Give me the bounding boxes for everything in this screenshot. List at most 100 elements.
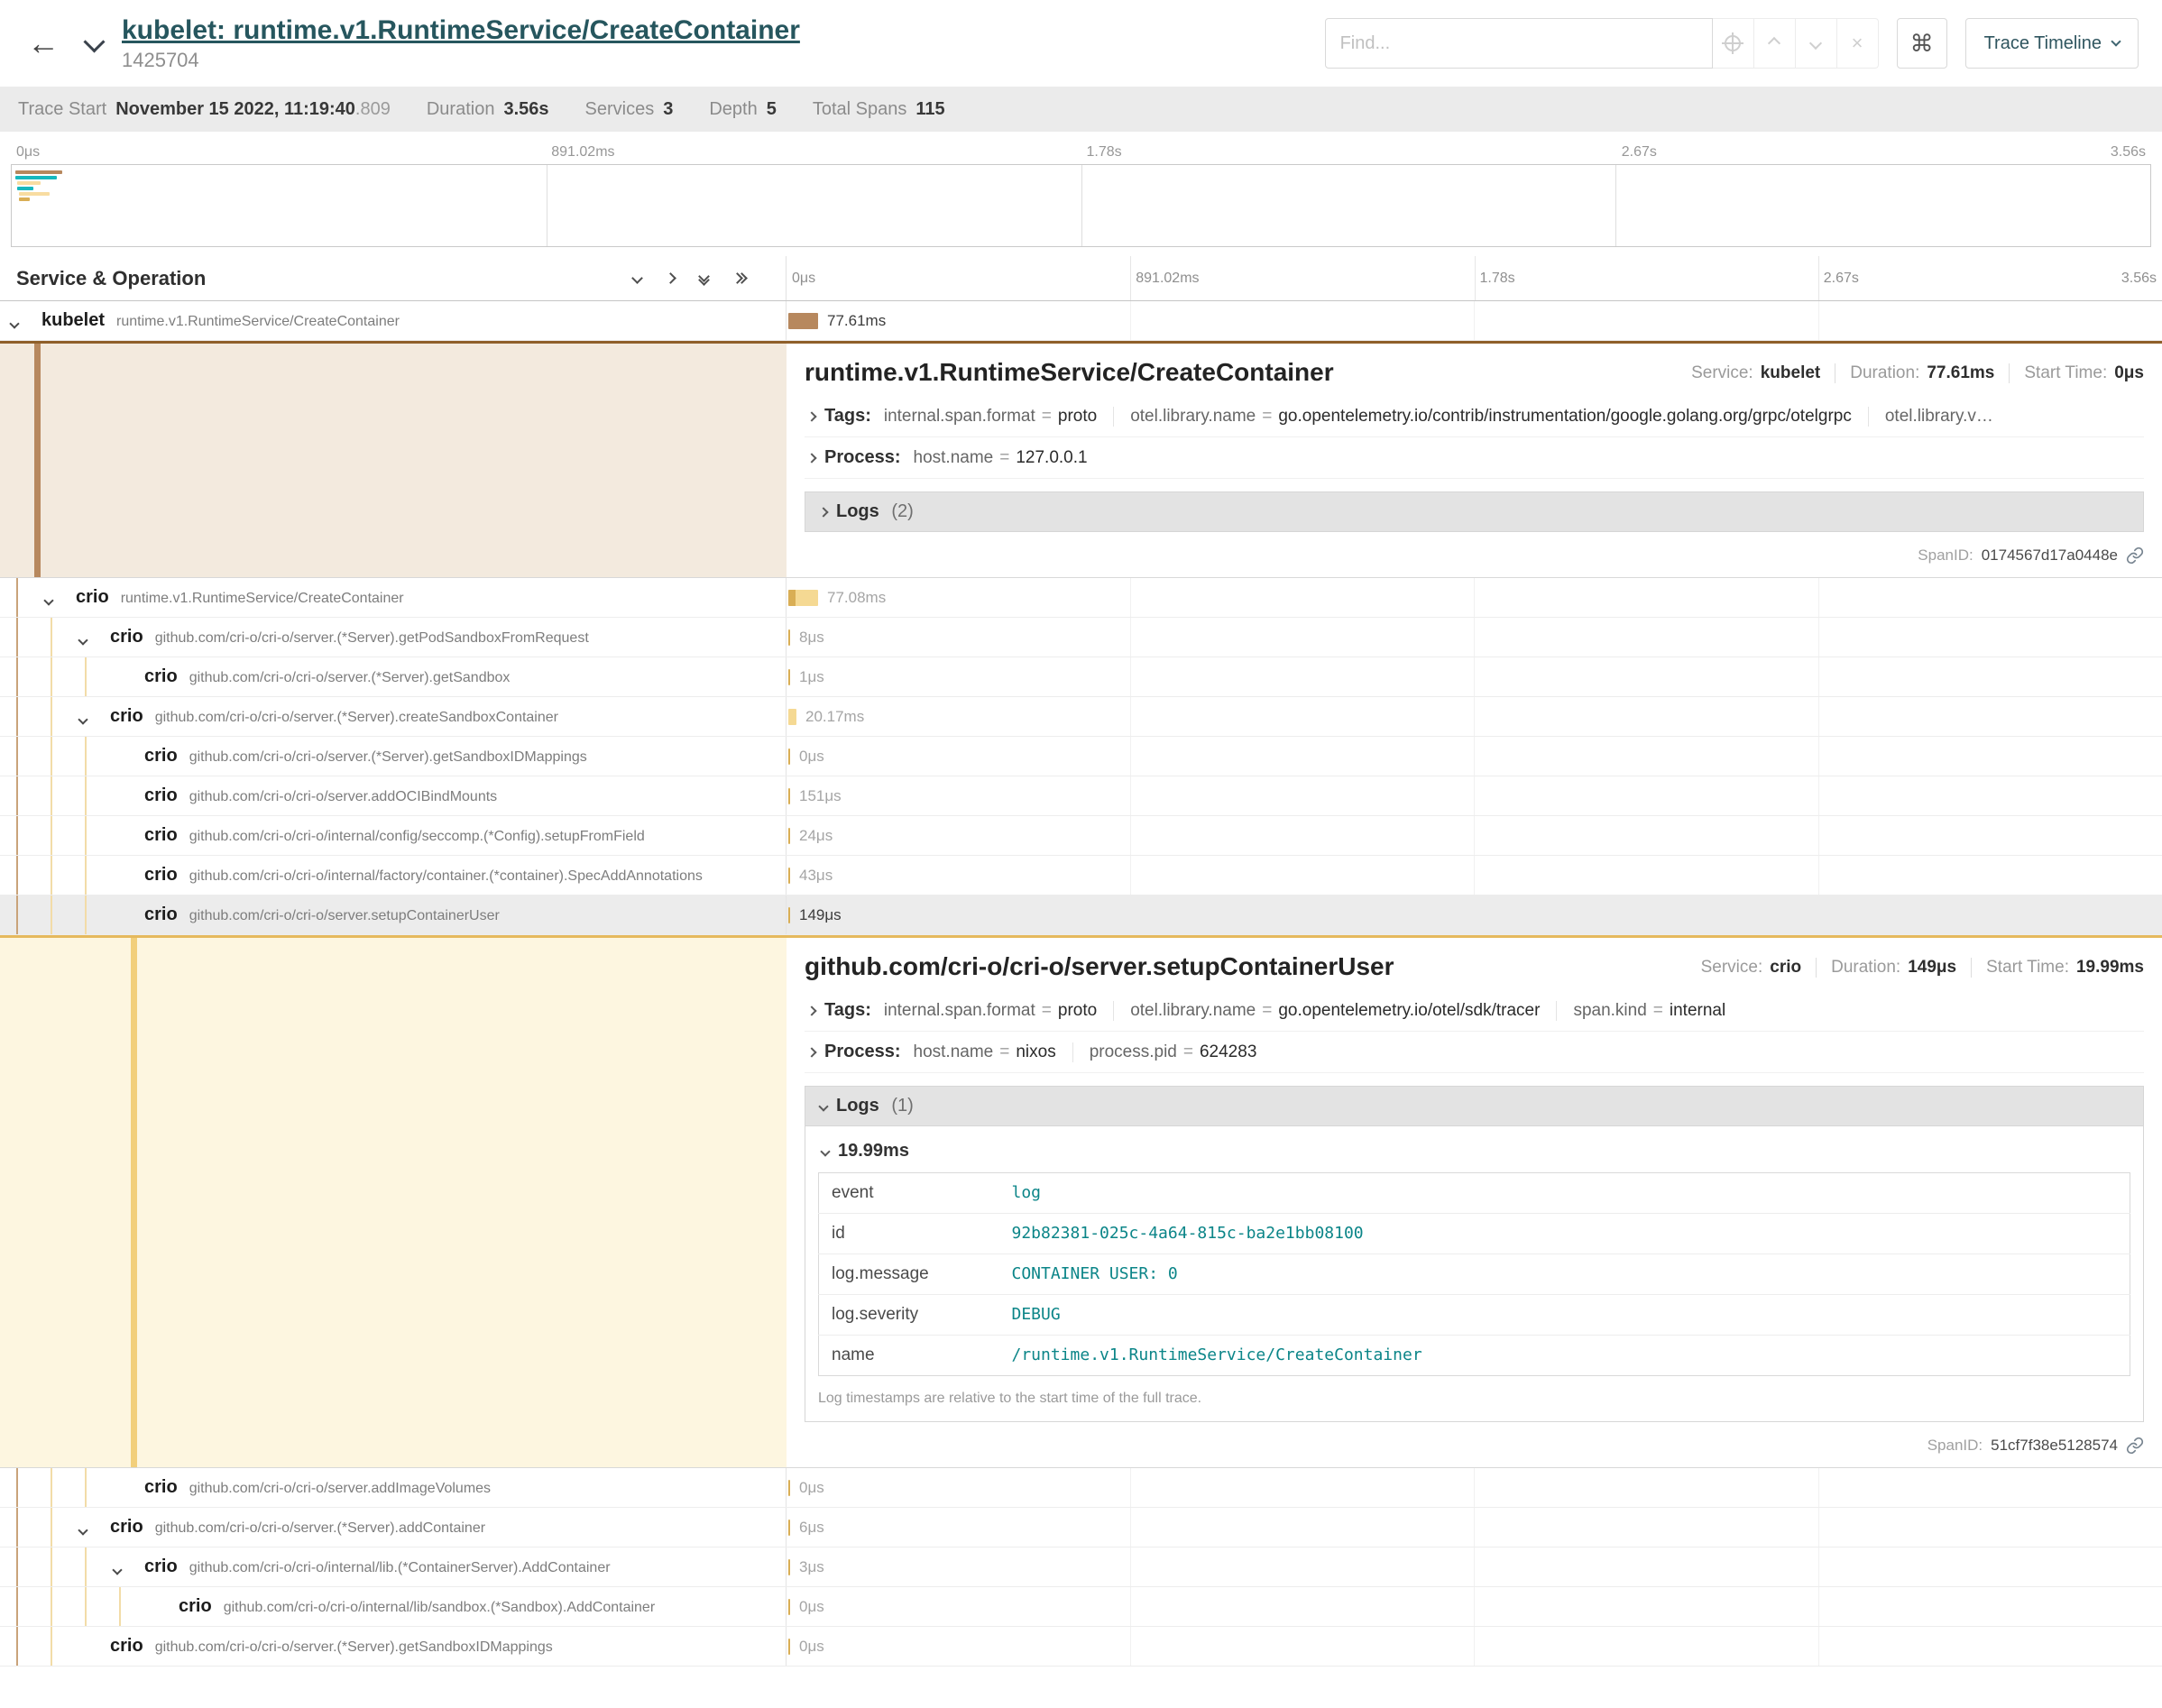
span-row[interactable]: criogithub.com/cri-o/cri-o/server.addIma… — [0, 1468, 2162, 1508]
span-row[interactable]: criogithub.com/cri-o/cri-o/internal/lib/… — [0, 1587, 2162, 1627]
span-row[interactable]: criogithub.com/cri-o/cri-o/server.(*Serv… — [0, 618, 2162, 657]
expand-one-icon[interactable] — [667, 274, 675, 282]
span-name-cell[interactable]: criogithub.com/cri-o/cri-o/server.(*Serv… — [0, 697, 787, 736]
span-timeline-cell[interactable]: 1μs — [787, 657, 2162, 696]
service-name: kubelet — [41, 310, 105, 330]
span-bar[interactable] — [788, 629, 790, 646]
span-timeline-cell[interactable]: 43μs — [787, 856, 2162, 895]
span-name-cell[interactable]: criogithub.com/cri-o/cri-o/server.addIma… — [0, 1468, 787, 1507]
span-bar[interactable] — [788, 590, 818, 606]
trace-title[interactable]: kubelet: runtime.v1.RuntimeService/Creat… — [122, 15, 1307, 46]
span-bar[interactable] — [788, 907, 790, 923]
detail-tags-row[interactable]: Tags:internal.span.format=protootel.libr… — [805, 990, 2144, 1032]
focus-result-button[interactable] — [1713, 18, 1754, 69]
chevron-down-icon — [78, 714, 87, 724]
next-result-button[interactable] — [1796, 18, 1837, 69]
link-icon[interactable] — [2126, 546, 2144, 565]
span-timeline-cell[interactable]: 151μs — [787, 776, 2162, 815]
span-row[interactable]: criogithub.com/cri-o/cri-o/server.addOCI… — [0, 776, 2162, 816]
span-name-cell[interactable]: criogithub.com/cri-o/cri-o/server.(*Serv… — [0, 657, 787, 696]
trace-view-selector[interactable]: Trace Timeline — [1965, 18, 2139, 69]
close-icon: × — [1852, 32, 1863, 55]
span-bar[interactable] — [788, 788, 790, 804]
span-timeline-cell[interactable]: 0μs — [787, 1468, 2162, 1507]
span-bar[interactable] — [788, 868, 790, 884]
span-name-cell[interactable]: criogithub.com/cri-o/cri-o/internal/lib/… — [0, 1587, 787, 1626]
span-timeline-cell[interactable]: 0μs — [787, 1587, 2162, 1626]
span-name-cell[interactable]: criogithub.com/cri-o/cri-o/internal/lib.… — [0, 1547, 787, 1586]
span-row[interactable]: criogithub.com/cri-o/cri-o/internal/lib.… — [0, 1547, 2162, 1587]
indent-guide — [51, 816, 52, 855]
span-name-cell[interactable]: criogithub.com/cri-o/cri-o/server.(*Serv… — [0, 1627, 787, 1666]
span-timeline-cell[interactable]: 3μs — [787, 1547, 2162, 1586]
collapse-all-icon[interactable] — [700, 272, 708, 284]
span-bar[interactable] — [788, 1599, 790, 1615]
trace-minimap[interactable]: 0μs891.02ms1.78s2.67s3.56s — [0, 132, 2162, 247]
span-name-cell[interactable]: criogithub.com/cri-o/cri-o/server.(*Serv… — [0, 1508, 787, 1547]
span-bar[interactable] — [788, 1520, 790, 1536]
chevron-down-icon[interactable] — [79, 712, 87, 728]
span-row[interactable]: criogithub.com/cri-o/cri-o/internal/fact… — [0, 856, 2162, 895]
detail-process-row[interactable]: Process:host.name=127.0.0.1 — [805, 437, 2144, 479]
find-group: × — [1325, 18, 1879, 69]
span-name-cell[interactable]: criogithub.com/cri-o/cri-o/server.addOCI… — [0, 776, 787, 815]
span-row[interactable]: criogithub.com/cri-o/cri-o/internal/conf… — [0, 816, 2162, 856]
prev-result-button[interactable] — [1754, 18, 1796, 69]
clear-search-button[interactable]: × — [1837, 18, 1879, 69]
detail-meta-label: Start Time: — [1986, 958, 2069, 978]
span-name-cell[interactable]: criogithub.com/cri-o/cri-o/server.setupC… — [0, 895, 787, 934]
span-bar[interactable] — [788, 1559, 790, 1575]
span-row[interactable]: criogithub.com/cri-o/cri-o/server.(*Serv… — [0, 1627, 2162, 1667]
span-name-cell[interactable]: criogithub.com/cri-o/cri-o/server.(*Serv… — [0, 737, 787, 776]
span-row[interactable]: criogithub.com/cri-o/cri-o/server.(*Serv… — [0, 1508, 2162, 1547]
log-entry-header[interactable]: 19.99ms — [818, 1141, 2130, 1162]
expand-all-icon[interactable] — [733, 274, 746, 282]
collapse-header-button[interactable] — [87, 38, 102, 54]
span-timeline-cell[interactable]: 8μs — [787, 618, 2162, 657]
link-icon[interactable] — [2126, 1437, 2144, 1455]
logs-accordion-header[interactable]: Logs (1) — [805, 1087, 2143, 1126]
detail-tags-row[interactable]: Tags:internal.span.format=protootel.libr… — [805, 396, 2144, 437]
span-duration-label: 3μs — [799, 1558, 824, 1576]
span-timeline-cell[interactable]: 77.08ms — [787, 578, 2162, 617]
span-row[interactable]: criogithub.com/cri-o/cri-o/server.setupC… — [0, 895, 2162, 935]
span-timeline-cell[interactable]: 0μs — [787, 1627, 2162, 1666]
span-bar[interactable] — [788, 748, 790, 765]
keyboard-shortcuts-button[interactable]: ⌘ — [1897, 18, 1947, 69]
span-timeline-cell[interactable]: 20.17ms — [787, 697, 2162, 736]
collapse-one-icon[interactable] — [633, 274, 641, 282]
find-input[interactable] — [1325, 18, 1713, 69]
span-bar[interactable] — [788, 313, 818, 329]
span-bar[interactable] — [788, 1639, 790, 1655]
indent-guide — [51, 737, 52, 776]
span-bar[interactable] — [788, 709, 796, 725]
minimap-canvas[interactable] — [11, 164, 2151, 247]
span-name-cell[interactable]: crioruntime.v1.RuntimeService/CreateCont… — [0, 578, 787, 617]
span-bar[interactable] — [788, 828, 790, 844]
span-row[interactable]: criogithub.com/cri-o/cri-o/server.(*Serv… — [0, 657, 2162, 697]
span-row[interactable]: criogithub.com/cri-o/cri-o/server.(*Serv… — [0, 697, 2162, 737]
span-timeline-cell[interactable]: 6μs — [787, 1508, 2162, 1547]
span-timeline-cell[interactable]: 24μs — [787, 816, 2162, 855]
back-button[interactable]: ← — [23, 23, 63, 63]
logs-accordion-header[interactable]: Logs (2) — [805, 491, 2144, 532]
chevron-down-icon[interactable] — [11, 316, 18, 332]
span-name-cell[interactable]: criogithub.com/cri-o/cri-o/internal/conf… — [0, 816, 787, 855]
span-name-cell[interactable]: criogithub.com/cri-o/cri-o/server.(*Serv… — [0, 618, 787, 657]
span-row[interactable]: criogithub.com/cri-o/cri-o/server.(*Serv… — [0, 737, 2162, 776]
span-timeline-cell[interactable]: 149μs — [787, 895, 2162, 934]
chevron-down-icon[interactable] — [114, 1562, 121, 1578]
span-row[interactable]: crioruntime.v1.RuntimeService/CreateCont… — [0, 578, 2162, 618]
span-timeline-cell[interactable]: 0μs — [787, 737, 2162, 776]
chevron-down-icon[interactable] — [79, 632, 87, 648]
span-name-cell[interactable]: criogithub.com/cri-o/cri-o/internal/fact… — [0, 856, 787, 895]
span-row[interactable]: kubeletruntime.v1.RuntimeService/CreateC… — [0, 301, 2162, 341]
detail-process-row[interactable]: Process:host.name=nixosprocess.pid=62428… — [805, 1032, 2144, 1073]
span-name-cell[interactable]: kubeletruntime.v1.RuntimeService/CreateC… — [0, 301, 787, 340]
indent-guide — [16, 1468, 18, 1507]
span-bar[interactable] — [788, 669, 790, 685]
chevron-down-icon[interactable] — [79, 1522, 87, 1538]
span-bar[interactable] — [788, 1480, 790, 1496]
span-timeline-cell[interactable]: 77.61ms — [787, 301, 2162, 340]
chevron-down-icon[interactable] — [45, 592, 52, 609]
